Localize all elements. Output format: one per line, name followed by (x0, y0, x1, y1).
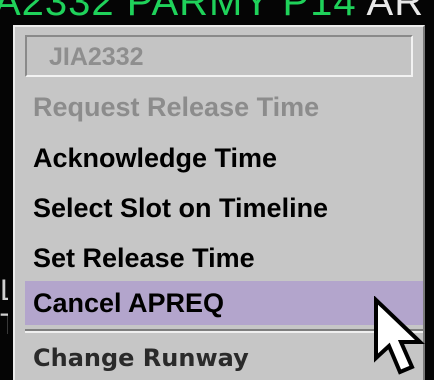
menu-item-change-runway[interactable]: Change Runway (33, 338, 423, 378)
aircraft-context-menu: JIA2332 Request Release Time Acknowledge… (13, 25, 425, 380)
menu-item-select-slot-on-timeline[interactable]: Select Slot on Timeline (33, 188, 423, 228)
menu-item-set-release-time[interactable]: Set Release Time (33, 238, 423, 278)
menu-item-acknowledge-time[interactable]: Acknowledge Time (33, 138, 423, 178)
menu-item-cancel-apreq[interactable]: Cancel APREQ (33, 283, 423, 323)
menu-header: JIA2332 (25, 35, 413, 77)
datablock-text: A2332 PARMY P14 (0, 0, 367, 24)
datablock-tail-text: AR (366, 0, 425, 24)
menu-item-request-release-time: Request Release Time (33, 92, 320, 122)
background-left-mark-1: L (0, 276, 8, 306)
radar-display: A2332 PARMY P14 AR L T JIA2332 Request R… (0, 0, 434, 380)
menu-divider (25, 329, 423, 333)
aircraft-datablock[interactable]: A2332 PARMY P14 AR (0, 0, 424, 25)
mouse-pointer-arrow-icon (374, 296, 425, 375)
menu-header-callsign: JIA2332 (49, 43, 144, 71)
background-left-mark-2: T (0, 310, 8, 340)
